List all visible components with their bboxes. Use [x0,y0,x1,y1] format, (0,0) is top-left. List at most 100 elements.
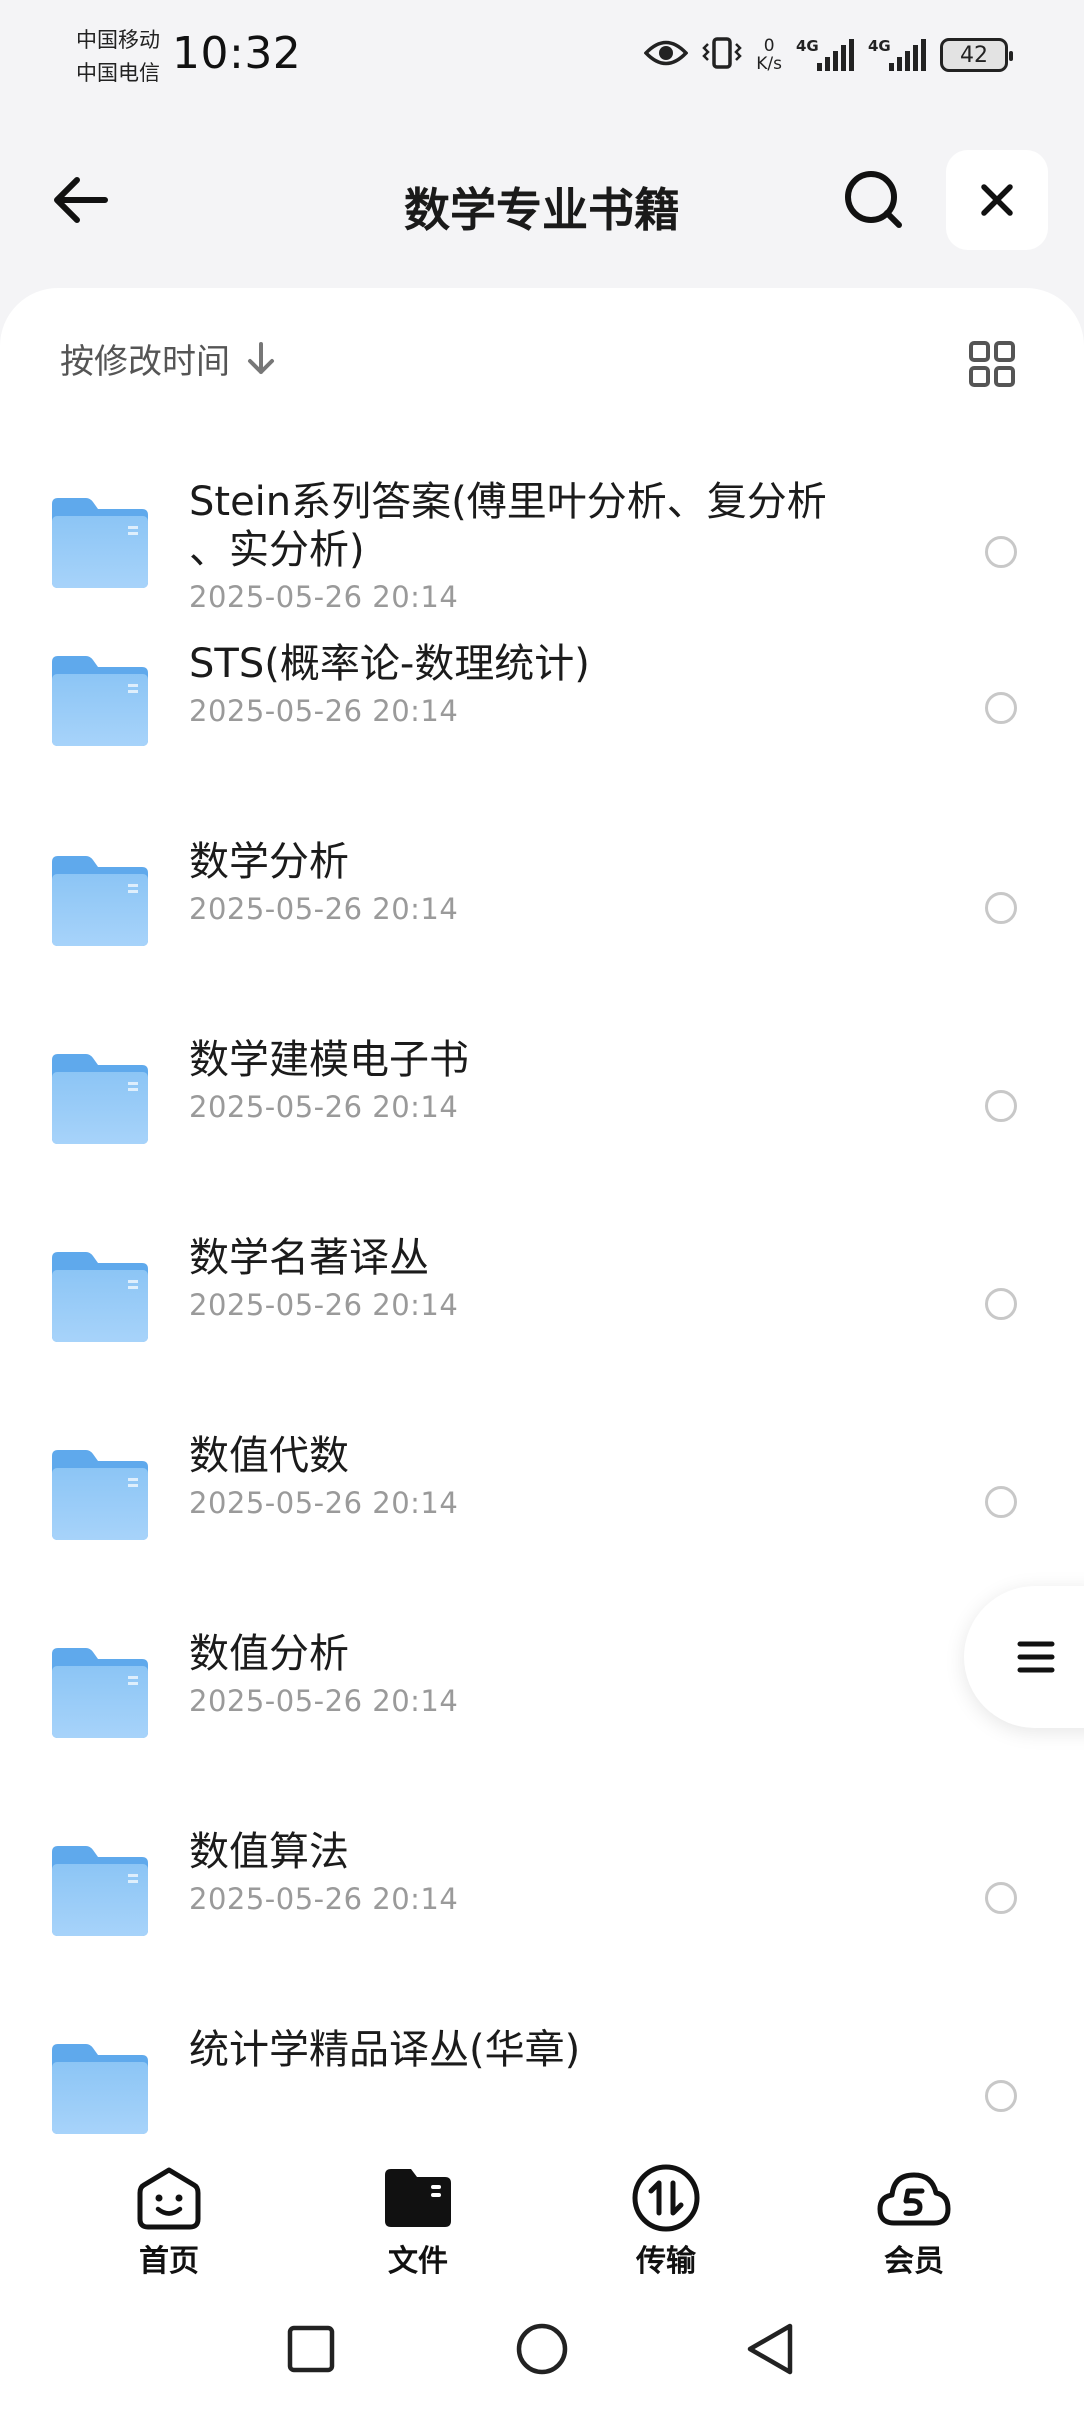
nav-home[interactable]: 首页 [89,2162,249,2280]
file-list-panel: 按修改时间 Stein系列答案(傅里叶分析、复分析 、实分析) 2025-05-2… [0,288,1084,2140]
folder-name-line1: Stein系列答案(傅里叶分析、复分析 [189,479,827,525]
header: 数学专业书籍 [0,140,1084,260]
folder-date: 2025-05-26 20:14 [189,1684,459,1718]
select-checkbox[interactable] [985,1486,1017,1518]
folder-name: 数学建模电子书 [189,1037,469,1083]
back-nav-button[interactable] [740,2319,800,2379]
triangle-back-icon [747,2323,793,2375]
folder-item[interactable]: Stein系列答案(傅里叶分析、复分析 、实分析) 2025-05-26 20:1… [0,428,1084,626]
close-button[interactable] [946,150,1048,250]
folder-text: 数值代数 2025-05-26 20:14 [189,1432,869,1520]
folder-name: 数值分析 [189,1631,349,1677]
net-speed: 0 K/s [756,37,782,73]
folder-date: 2025-05-26 20:14 [189,892,459,926]
signal-icon: 4G [796,35,854,75]
nav-files[interactable]: 文件 [338,2162,498,2280]
nav-files-label: 文件 [388,2244,448,2279]
folder-icon [52,2044,148,2134]
clock: 10:32 [172,28,302,79]
signal-icon: 4G [868,35,926,75]
folder-text: 数学名著译丛 2025-05-26 20:14 [189,1234,869,1322]
folder-date: 2025-05-26 20:14 [189,1288,459,1322]
folder-item[interactable]: 数学建模电子书 2025-05-26 20:14 [0,1024,1084,1222]
folder-item[interactable]: 统计学精品译丛(华章) [0,2014,1084,2140]
folder-date: 2025-05-26 20:14 [189,694,459,728]
bottom-nav: 首页 文件 传输 会员 [0,2140,1084,2285]
folder-icon [52,856,148,946]
folder-date: 2025-05-26 20:14 [189,1882,459,1916]
folder-list: Stein系列答案(傅里叶分析、复分析 、实分析) 2025-05-26 20:1… [0,428,1084,2140]
folder-name: 数值代数 [189,1433,349,1479]
select-checkbox[interactable] [985,892,1017,924]
folder-text: Stein系列答案(傅里叶分析、复分析 、实分析) 2025-05-26 20:1… [189,478,869,614]
recent-apps-button[interactable] [281,2319,341,2379]
folder-item[interactable]: 数学名著译丛 2025-05-26 20:14 [0,1222,1084,1420]
sim1-label: 4G [796,37,819,55]
select-checkbox[interactable] [985,2080,1017,2112]
grid-view-button[interactable] [962,334,1022,394]
folder-item[interactable]: 数值分析 2025-05-26 20:14 [0,1618,1084,1816]
folder-icon [380,2162,456,2234]
folder-text: 数学分析 2025-05-26 20:14 [189,838,869,926]
folder-date: 2025-05-26 20:14 [189,580,459,614]
home-button[interactable] [512,2319,572,2379]
grid-view-icon [969,341,1015,387]
nav-vip-label: 会员 [884,2244,944,2279]
sort-label: 按修改时间 [60,342,230,382]
folder-item[interactable]: STS(概率论-数理统计) 2025-05-26 20:14 [0,626,1084,826]
system-nav-bar [0,2285,1084,2412]
page-title: 数学专业书籍 [404,183,680,237]
folder-name: 数值算法 [189,1829,349,1875]
net-speed-unit: K/s [756,54,782,74]
folder-text: 统计学精品译丛(华章) [189,2026,869,2074]
folder-icon [52,656,148,746]
folder-name: Stein系列答案(傅里叶分析、复分析 、实分析) [189,478,869,574]
folder-icon [52,1450,148,1540]
select-checkbox[interactable] [985,1090,1017,1122]
search-icon [845,171,902,228]
arrow-down-icon [248,341,274,374]
folder-icon [52,1846,148,1936]
transfer-icon [628,2162,704,2234]
folder-text: STS(概率论-数理统计) 2025-05-26 20:14 [189,640,869,728]
folder-name: 数学分析 [189,839,349,885]
net-speed-value: 0 [763,36,775,56]
menu-icon [1017,1641,1055,1673]
select-checkbox[interactable] [985,692,1017,724]
eye-icon [643,38,689,72]
folder-text: 数值算法 2025-05-26 20:14 [189,1828,869,1916]
select-checkbox[interactable] [985,1288,1017,1320]
folder-icon [52,498,148,588]
sort-bar: 按修改时间 [0,288,1084,428]
sort-button[interactable]: 按修改时间 [60,334,276,383]
folder-name: 统计学精品译丛(华章) [189,2027,581,2073]
carrier-info: 中国移动 中国电信 [76,24,160,90]
search-button[interactable] [838,164,910,236]
folder-icon [52,1054,148,1144]
battery-level: 42 [960,42,988,68]
carrier-2: 中国电信 [76,61,160,85]
folder-text: 数值分析 2025-05-26 20:14 [189,1630,869,1718]
vibrate-icon [702,36,743,74]
nav-transfer-label: 传输 [636,2244,696,2279]
nav-vip[interactable]: 会员 [834,2162,994,2280]
folder-text: 数学建模电子书 2025-05-26 20:14 [189,1036,869,1124]
folder-item[interactable]: 数值代数 2025-05-26 20:14 [0,1420,1084,1618]
nav-home-label: 首页 [139,2244,199,2279]
vip-cloud-icon [876,2162,952,2234]
select-checkbox[interactable] [985,1882,1017,1914]
square-icon [287,2325,335,2373]
folder-item[interactable]: 数值算法 2025-05-26 20:14 [0,1816,1084,2014]
folder-icon [52,1648,148,1738]
folder-icon [52,1252,148,1342]
close-icon [981,184,1013,216]
select-checkbox[interactable] [985,536,1017,568]
status-bar: 中国移动 中国电信 10:32 0 K/s 4G 4G 42 [0,0,1084,118]
sim2-label: 4G [868,37,891,55]
folder-name: STS(概率论-数理统计) [189,641,590,687]
folder-item[interactable]: 数学分析 2025-05-26 20:14 [0,826,1084,1024]
nav-transfer[interactable]: 传输 [586,2162,746,2280]
home-face-icon [131,2162,207,2234]
status-icons: 0 K/s 4G 4G 42 [643,30,1013,80]
circle-icon [516,2323,568,2375]
